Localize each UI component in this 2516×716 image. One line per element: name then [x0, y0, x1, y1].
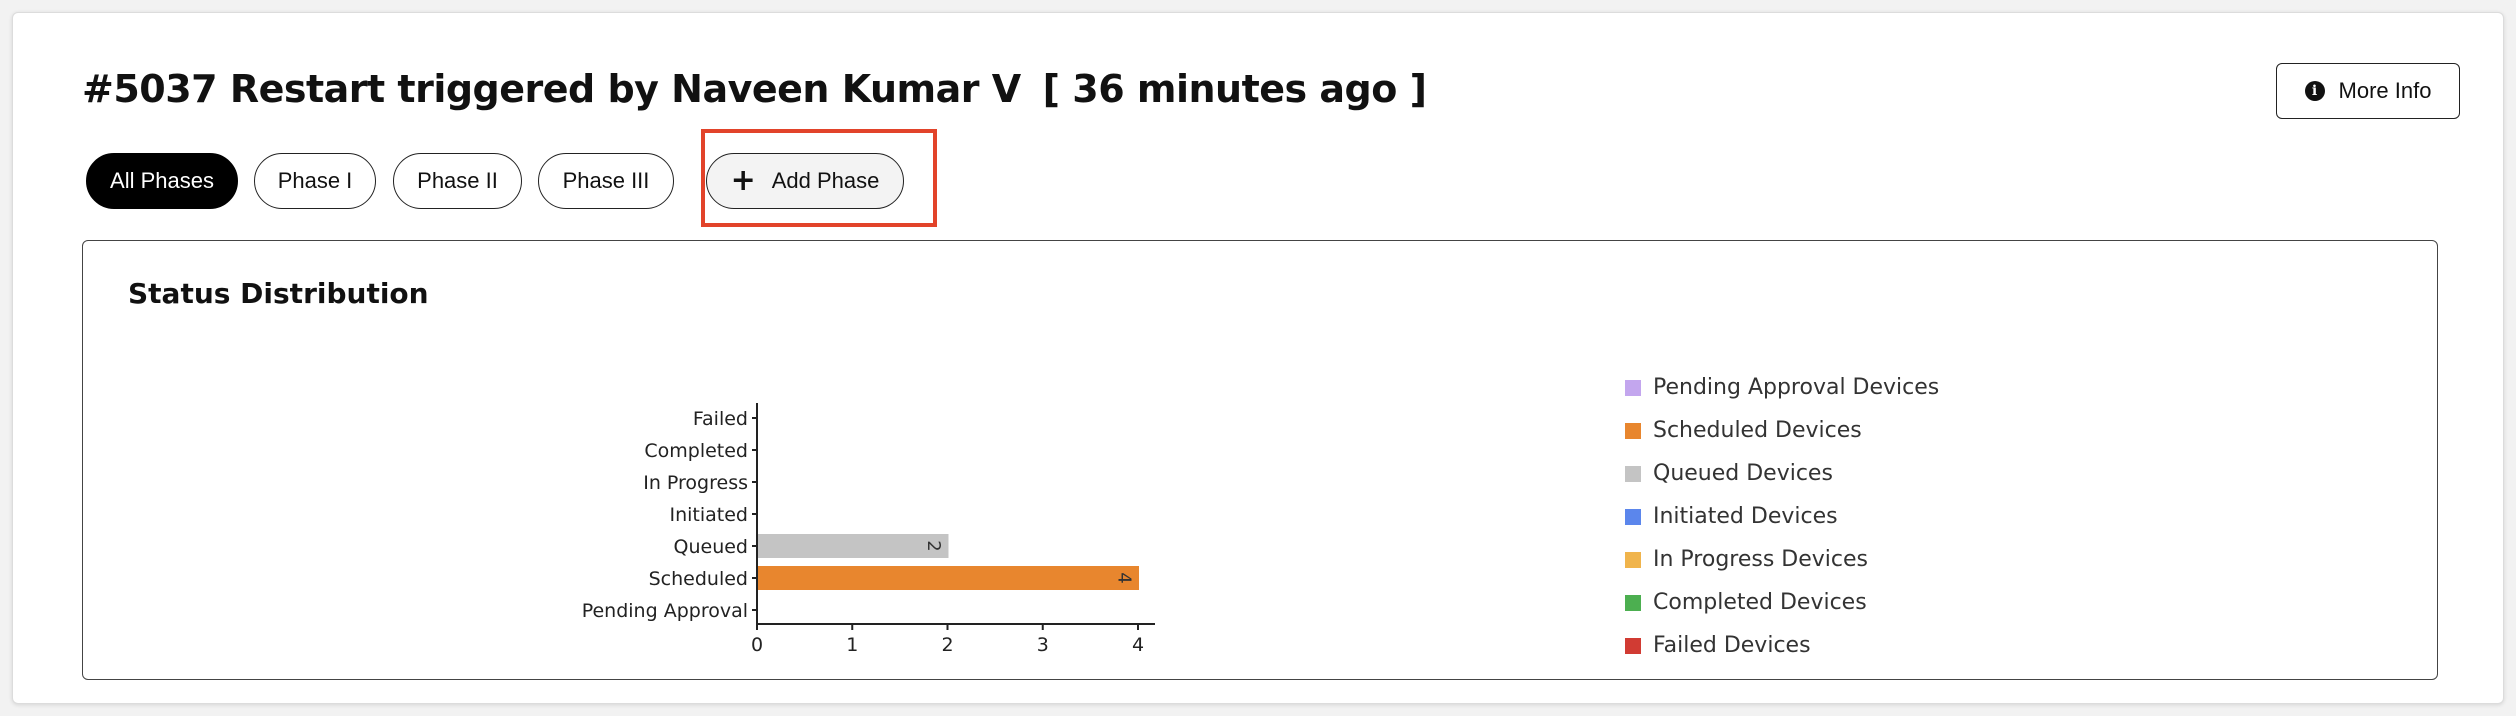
y-tick-label: In Progress	[643, 472, 748, 494]
legend-item[interactable]: Failed Devices	[1625, 624, 1939, 667]
plus-icon: +	[730, 163, 756, 198]
legend-label: Failed Devices	[1653, 633, 1811, 658]
x-tick-label: 4	[1132, 634, 1144, 656]
legend-item[interactable]: Scheduled Devices	[1625, 409, 1939, 452]
legend-label: Scheduled Devices	[1653, 418, 1862, 443]
legend-swatch	[1625, 379, 1641, 396]
y-tick-label: Pending Approval	[582, 600, 748, 622]
bar-queued	[758, 534, 949, 558]
legend-item[interactable]: Completed Devices	[1625, 581, 1939, 624]
status-bar-chart: Pending Approval Scheduled 4 Queued 2 Initiat…	[582, 403, 1155, 656]
deployment-card: #5037 Restart triggered by Naveen Kumar …	[12, 12, 2504, 704]
legend-label: Pending Approval Devices	[1653, 375, 1940, 400]
info-icon: i	[2304, 81, 2325, 101]
tab-label: All Phases	[110, 168, 214, 193]
y-tick-label: Scheduled	[649, 568, 748, 590]
legend-item[interactable]: Pending Approval Devices	[1625, 366, 1939, 409]
tab-label: Phase II	[417, 168, 498, 193]
more-info-label: More Info	[2338, 78, 2432, 103]
legend-swatch	[1625, 422, 1641, 439]
more-info-button[interactable]: i More Info	[2276, 63, 2460, 119]
tab-label: Phase III	[562, 168, 650, 193]
legend-item[interactable]: Initiated Devices	[1625, 495, 1939, 538]
add-phase-button[interactable]: + Add Phase	[706, 153, 904, 209]
legend-swatch	[1625, 551, 1641, 568]
legend-item[interactable]: Queued Devices	[1625, 452, 1939, 495]
x-tick-label: 0	[751, 634, 763, 656]
legend-label: Completed Devices	[1653, 590, 1867, 615]
legend-item[interactable]: In Progress Devices	[1625, 538, 1939, 581]
y-tick-label: Completed	[644, 440, 748, 462]
legend-swatch	[1625, 465, 1641, 482]
legend-label: In Progress Devices	[1653, 547, 1869, 572]
legend-swatch	[1625, 594, 1641, 611]
y-tick-label: Initiated	[670, 504, 749, 526]
y-tick-label: Failed	[693, 408, 748, 430]
tab-phase-1[interactable]: Phase I	[254, 153, 376, 209]
data-label: 4	[1114, 572, 1135, 583]
tab-label: Phase I	[277, 168, 353, 193]
tab-phase-2[interactable]: Phase II	[393, 153, 522, 209]
status-distribution-panel: Status Distribution Pending Approval Sche…	[82, 240, 2438, 680]
tab-phase-3[interactable]: Phase III	[538, 153, 674, 209]
time-ago: [ 36 minutes ago ]	[1042, 67, 1427, 111]
bar-scheduled	[758, 566, 1139, 590]
x-tick-label: 2	[941, 634, 953, 656]
y-tick-label: Queued	[674, 536, 748, 558]
title-text: #5037 Restart triggered by Naveen Kumar …	[82, 67, 1021, 111]
x-tick-label: 1	[846, 634, 858, 656]
page-title: #5037 Restart triggered by Naveen Kumar …	[82, 65, 1427, 113]
x-tick-label: 3	[1037, 634, 1049, 656]
chart-legend: Pending Approval Devices Scheduled Device…	[1625, 366, 1939, 667]
legend-swatch	[1625, 508, 1641, 525]
add-phase-label: Add Phase	[771, 168, 880, 193]
legend-label: Queued Devices	[1653, 461, 1833, 486]
data-label: 2	[923, 540, 944, 551]
legend-label: Initiated Devices	[1653, 504, 1838, 529]
tab-all-phases[interactable]: All Phases	[86, 153, 238, 209]
legend-swatch	[1625, 637, 1641, 654]
